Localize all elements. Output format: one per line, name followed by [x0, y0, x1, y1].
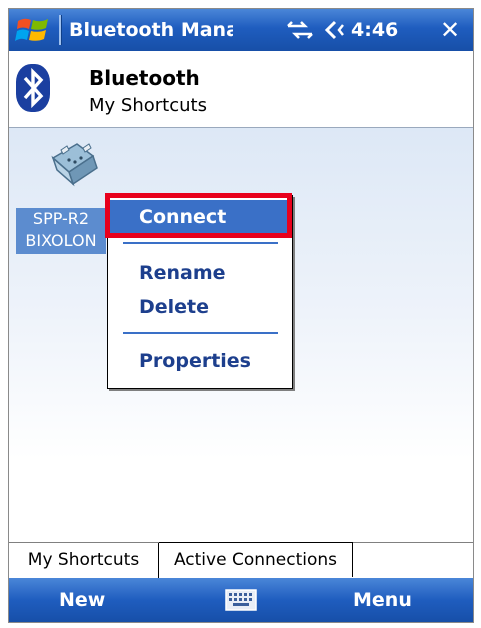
page-subtitle: My Shortcuts	[89, 95, 207, 116]
device-screen: Bluetooth Mana 4:46 ✕ Bluetooth My Short…	[8, 8, 474, 623]
keyboard-icon[interactable]	[225, 588, 257, 612]
device-name: SPP-R2	[32, 209, 90, 228]
new-softkey[interactable]: New	[59, 578, 105, 622]
connectivity-icon[interactable]	[285, 18, 315, 42]
tab-bar: My Shortcuts Active Connections	[9, 542, 473, 579]
context-menu: Connect Rename Delete Properties	[107, 195, 293, 389]
clock[interactable]: 4:46	[351, 17, 413, 43]
tab-my-shortcuts[interactable]: My Shortcuts	[9, 543, 159, 578]
tab-active-connections[interactable]: Active Connections	[159, 542, 353, 577]
page-title: Bluetooth	[89, 66, 200, 90]
close-button[interactable]: ✕	[433, 15, 467, 45]
title-bar: Bluetooth Mana 4:46 ✕	[9, 9, 473, 51]
menu-item-delete[interactable]: Delete	[108, 290, 292, 324]
menu-separator	[123, 332, 278, 334]
app-header: Bluetooth My Shortcuts	[9, 51, 473, 128]
window-title: Bluetooth Mana	[69, 19, 233, 41]
menu-item-properties[interactable]: Properties	[108, 344, 292, 378]
bluetooth-icon	[16, 64, 50, 112]
softkey-bar: New Menu	[9, 578, 473, 622]
menu-softkey[interactable]: Menu	[353, 578, 412, 622]
windows-start-icon[interactable]	[15, 15, 51, 45]
serial-port-icon[interactable]	[43, 138, 107, 194]
volume-icon[interactable]	[323, 19, 347, 41]
menu-item-rename[interactable]: Rename	[108, 256, 292, 290]
device-vendor: BIXOLON	[25, 231, 97, 250]
title-separator	[59, 15, 62, 45]
menu-item-connect[interactable]: Connect	[108, 200, 292, 234]
menu-separator	[123, 242, 278, 244]
device-shortcut-label[interactable]: SPP-R2 BIXOLON	[16, 208, 106, 254]
